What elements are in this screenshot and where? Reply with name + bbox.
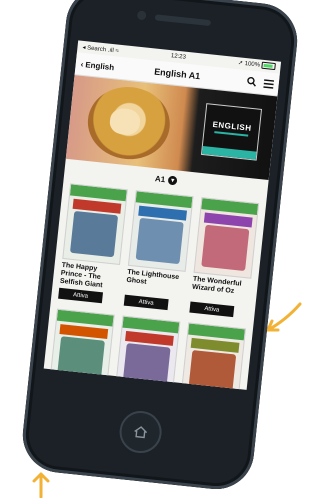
book-cover[interactable] (114, 315, 181, 390)
nav-actions (246, 76, 275, 89)
book-cover[interactable] (127, 190, 194, 272)
book-card[interactable] (180, 322, 247, 390)
book-cover[interactable] (193, 197, 260, 279)
chevron-left-icon: ‹ (80, 59, 84, 69)
activate-button[interactable]: Attiva (123, 294, 169, 311)
annotation-arrow-bottom (32, 472, 50, 498)
book-cover[interactable] (49, 308, 115, 390)
brand-footer-bar (202, 145, 257, 160)
chevron-down-icon: ▾ (167, 175, 178, 185)
book-title: The Wonderful Wizard of Oz (191, 275, 242, 296)
book-title: The Lighthouse Ghost (126, 268, 180, 286)
book-grid: The Happy Prince - The Selfish Giant Att… (44, 179, 267, 390)
battery-text: ➚ 100% (237, 60, 261, 70)
book-card[interactable]: The Happy Prince - The Selfish Giant Att… (58, 183, 128, 304)
menu-icon[interactable] (263, 78, 275, 89)
battery-icon (261, 62, 276, 71)
brand-logo: ENGLISH (200, 103, 263, 161)
activate-button[interactable]: Attiva (58, 287, 104, 304)
back-button[interactable]: ‹ English (80, 59, 114, 71)
status-time: 12:23 (170, 53, 187, 61)
book-card[interactable]: The Wonderful Wizard of Oz Attiva (189, 197, 260, 318)
home-icon (134, 426, 148, 439)
app-screen: ◂ Search .ıll ≈ 12:23 ➚ 100% ‹ English E… (43, 40, 282, 390)
home-button[interactable] (117, 408, 164, 456)
level-label: A1 (154, 173, 166, 184)
book-card[interactable] (114, 315, 181, 390)
cover-art (188, 350, 237, 390)
cover-art (69, 210, 119, 258)
book-card[interactable] (49, 308, 115, 390)
cover-art (135, 217, 184, 265)
book-cover[interactable] (180, 322, 247, 390)
book-cover[interactable] (62, 183, 128, 265)
cover-art (201, 224, 250, 272)
cover-art (56, 336, 105, 383)
speaker-grille (154, 14, 212, 27)
search-icon[interactable] (246, 76, 257, 87)
book-title: The Happy Prince - The Selfish Giant (59, 261, 103, 290)
front-camera (136, 10, 147, 21)
brand-text: ENGLISH (212, 119, 252, 133)
book-card[interactable]: The Lighthouse Ghost Attiva (123, 190, 194, 311)
phone-device: ◂ Search .ıll ≈ 12:23 ➚ 100% ‹ English E… (19, 0, 301, 493)
back-label: English (84, 59, 115, 72)
cover-art (122, 343, 171, 390)
activate-button[interactable]: Attiva (189, 301, 235, 318)
